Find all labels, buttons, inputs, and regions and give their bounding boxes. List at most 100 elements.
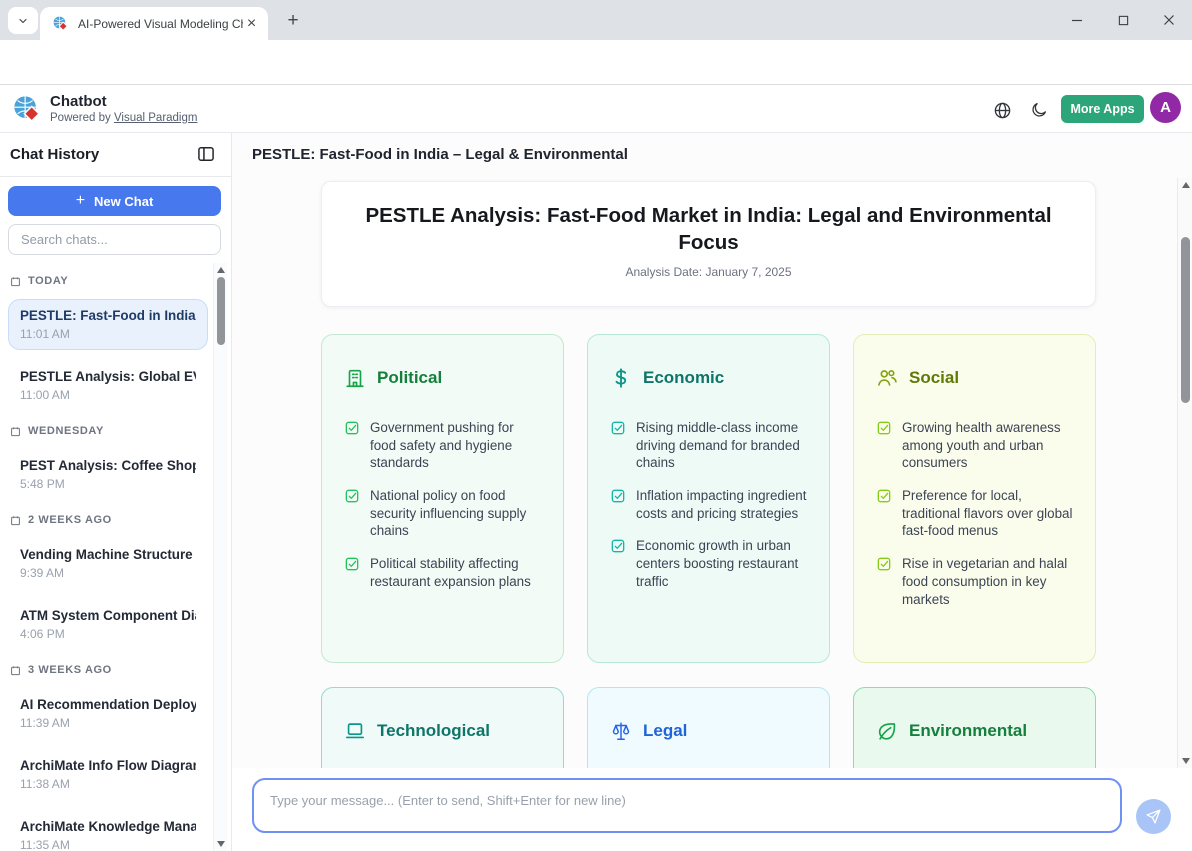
- chat-item-title: PESTLE Analysis: Global EV In...: [20, 369, 196, 384]
- chat-item[interactable]: ArchiMate Info Flow Diagram 11:38 AM: [8, 749, 208, 800]
- tab-strip: AI-Powered Visual Modeling Ch × +: [0, 0, 1192, 40]
- scrollbar-thumb[interactable]: [217, 277, 225, 345]
- dark-mode-moon-icon[interactable]: [1028, 99, 1050, 121]
- tab-search-button[interactable]: [8, 7, 38, 34]
- paper-plane-icon: [1145, 808, 1162, 825]
- card-title: Political: [377, 368, 442, 388]
- scroll-up-arrow[interactable]: [1182, 182, 1190, 188]
- new-chat-button[interactable]: + New Chat: [8, 186, 221, 216]
- browser-tab[interactable]: AI-Powered Visual Modeling Ch ×: [40, 7, 268, 40]
- chat-item-title: ArchiMate Knowledge Mana...: [20, 819, 196, 834]
- chat-group-wednesday: WEDNESDAY PEST Analysis: Coffee Shop S..…: [8, 425, 208, 500]
- analysis-point: Preference for local, traditional flavor…: [876, 487, 1073, 540]
- group-label: WEDNESDAY: [10, 425, 208, 437]
- new-tab-button[interactable]: +: [280, 8, 306, 34]
- analysis-point-text: Growing health awareness among youth and…: [902, 419, 1073, 472]
- visual-paradigm-logo: [12, 94, 42, 124]
- chat-item[interactable]: PESTLE Analysis: Global EV In... 11:00 A…: [8, 360, 208, 411]
- scroll-up-arrow[interactable]: [217, 267, 225, 273]
- scroll-down-arrow[interactable]: [1182, 758, 1190, 764]
- analysis-point-text: Inflation impacting ingredient costs and…: [636, 487, 807, 522]
- send-button[interactable]: [1136, 799, 1171, 834]
- scrollbar-thumb[interactable]: [1181, 237, 1190, 403]
- card-title: Social: [909, 368, 959, 388]
- chat-item-time: 11:01 AM: [20, 327, 196, 341]
- checkbox-icon: [610, 538, 626, 554]
- analysis-point-text: National policy on food security influen…: [370, 487, 541, 540]
- app-header: [0, 85, 1192, 133]
- close-button[interactable]: [1146, 0, 1192, 40]
- card-political: Political Government pushing for food sa…: [321, 334, 564, 663]
- minimize-button[interactable]: [1054, 0, 1100, 40]
- more-apps-button[interactable]: More Apps: [1061, 95, 1144, 123]
- sidebar-header: Chat History: [0, 133, 231, 177]
- card-title: Economic: [643, 368, 724, 388]
- app-title: Chatbot: [50, 93, 107, 110]
- maximize-button[interactable]: [1100, 0, 1146, 40]
- chat-item[interactable]: Vending Machine Structure 9:39 AM: [8, 538, 208, 589]
- checkbox-icon: [344, 488, 360, 504]
- chat-item-title: ATM System Component Dia...: [20, 608, 196, 623]
- chat-item[interactable]: ArchiMate Knowledge Mana... 11:35 AM: [8, 810, 208, 851]
- message-composer: [232, 768, 1192, 851]
- analysis-point: National policy on food security influen…: [344, 487, 541, 540]
- analysis-point-text: Political stability affecting restaurant…: [370, 555, 541, 590]
- checkbox-icon: [610, 420, 626, 436]
- analysis-point-text: Government pushing for food safety and h…: [370, 419, 541, 472]
- powered-by: Powered by Visual Paradigm: [50, 112, 197, 124]
- conversation-title: PESTLE: Fast-Food in India – Legal & Env…: [252, 146, 628, 163]
- group-label-text: TODAY: [28, 275, 68, 287]
- tab-title: AI-Powered Visual Modeling Ch: [78, 17, 243, 31]
- main-scrollbar[interactable]: [1177, 178, 1192, 768]
- chat-list: TODAY PESTLE: Fast-Food in India – ... 1…: [0, 263, 212, 851]
- chat-item-time: 4:06 PM: [20, 627, 196, 641]
- visual-paradigm-favicon: [52, 15, 69, 32]
- sidebar-scrollbar[interactable]: [213, 263, 227, 851]
- dollar-icon: [610, 367, 632, 389]
- chat-item-title: PESTLE: Fast-Food in India – ...: [20, 308, 196, 323]
- analysis-date: Analysis Date: January 7, 2025: [322, 265, 1095, 279]
- browser-window: AI-Powered Visual Modeling Ch × + ai-too…: [0, 0, 1192, 851]
- checkbox-icon: [610, 488, 626, 504]
- calendar-icon: [10, 515, 21, 526]
- visual-paradigm-link[interactable]: Visual Paradigm: [114, 112, 198, 124]
- collapse-sidebar-icon[interactable]: [196, 144, 217, 165]
- chat-item-time: 9:39 AM: [20, 566, 196, 580]
- browser-toolbar: ai-toolbox.visual-paradigm.com/app/chatb…: [0, 40, 1192, 85]
- sidebar-title: Chat History: [10, 146, 99, 163]
- building-icon: [344, 367, 366, 389]
- analysis-point-text: Economic growth in urban centers boostin…: [636, 537, 807, 590]
- pestle-cards-row-1: Political Government pushing for food sa…: [321, 334, 1096, 663]
- analysis-point: Economic growth in urban centers boostin…: [610, 537, 807, 590]
- chat-item[interactable]: AI Recommendation Deploy... 11:39 AM: [8, 688, 208, 739]
- chat-item-time: 11:39 AM: [20, 716, 196, 730]
- group-label-text: WEDNESDAY: [28, 425, 104, 437]
- chat-item[interactable]: PEST Analysis: Coffee Shop S... 5:48 PM: [8, 449, 208, 500]
- language-globe-icon[interactable]: [991, 99, 1013, 121]
- chat-item-selected[interactable]: PESTLE: Fast-Food in India – ... 11:01 A…: [8, 299, 208, 350]
- analysis-point: Growing health awareness among youth and…: [876, 419, 1073, 472]
- user-avatar[interactable]: A: [1150, 92, 1181, 123]
- message-input[interactable]: [252, 778, 1122, 833]
- analysis-point-text: Preference for local, traditional flavor…: [902, 487, 1073, 540]
- chat-item-time: 11:00 AM: [20, 388, 196, 402]
- scroll-down-arrow[interactable]: [217, 841, 225, 847]
- analysis-point: Government pushing for food safety and h…: [344, 419, 541, 472]
- group-label: 2 WEEKS AGO: [10, 514, 208, 526]
- powered-prefix: Powered by: [50, 112, 114, 124]
- group-label: 3 WEEKS AGO: [10, 664, 208, 676]
- analysis-point: Rising middle-class income driving deman…: [610, 419, 807, 472]
- analysis-point: Rise in vegetarian and halal food consum…: [876, 555, 1073, 608]
- chat-group-2-weeks: 2 WEEKS AGO Vending Machine Structure 9:…: [8, 514, 208, 650]
- search-input[interactable]: [8, 224, 221, 255]
- chevron-down-icon: [17, 15, 29, 27]
- chat-item[interactable]: ATM System Component Dia... 4:06 PM: [8, 599, 208, 650]
- chat-item-time: 11:38 AM: [20, 777, 196, 791]
- checkbox-icon: [876, 488, 892, 504]
- checkbox-icon: [876, 420, 892, 436]
- chat-item-title: PEST Analysis: Coffee Shop S...: [20, 458, 196, 473]
- chat-group-3-weeks: 3 WEEKS AGO AI Recommendation Deploy... …: [8, 664, 208, 851]
- chat-item-title: ArchiMate Info Flow Diagram: [20, 758, 196, 773]
- tab-close-icon[interactable]: ×: [243, 15, 260, 32]
- chat-history-sidebar: Chat History + New Chat TODAY PESTLE: Fa…: [0, 133, 232, 851]
